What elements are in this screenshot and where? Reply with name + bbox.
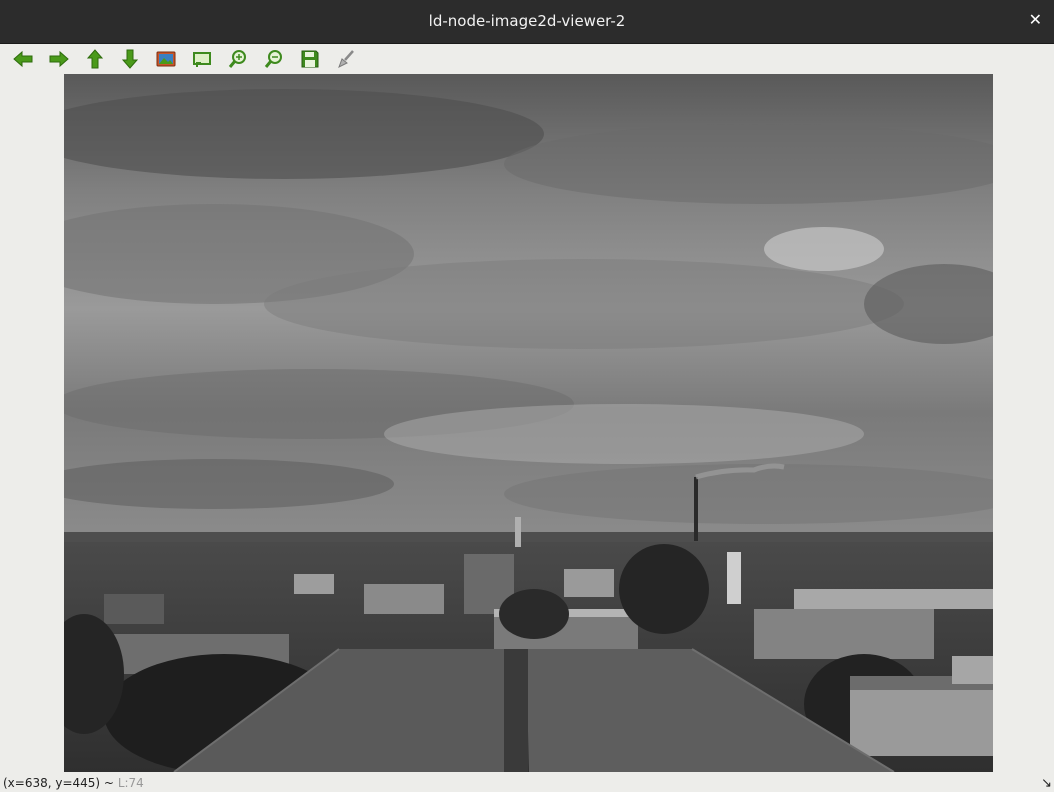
zoom-in-icon [228, 50, 246, 68]
status-bar: (x=638, y=445) ~ L:74 ↘ [0, 773, 1054, 792]
arrow-left-icon [13, 50, 33, 68]
up-button[interactable] [84, 48, 106, 70]
save-button[interactable] [299, 48, 321, 70]
pixel-level: L:74 [117, 776, 144, 790]
down-button[interactable] [119, 48, 141, 70]
zoom-out-icon [264, 50, 282, 68]
image-button[interactable] [155, 48, 177, 70]
arrow-down-icon [121, 49, 139, 69]
window-title: ld-node-image2d-viewer-2 [428, 12, 626, 30]
save-icon [301, 50, 319, 68]
arrow-right-icon [49, 50, 69, 68]
cursor-coords: (x=638, y=445) ~ [3, 776, 114, 790]
title-bar: ld-node-image2d-viewer-2 ✕ [0, 0, 1054, 44]
fit-window-icon [193, 52, 211, 67]
status-text: (x=638, y=445) ~ L:74 [3, 776, 144, 790]
toolbar [0, 44, 1054, 74]
image-viewport[interactable] [64, 74, 993, 772]
image-icon [156, 51, 176, 67]
grayscale-photo [64, 74, 993, 772]
resize-grip-icon[interactable]: ↘ [1041, 776, 1052, 791]
zoom-in-button[interactable] [227, 48, 249, 70]
fit-window-button[interactable] [191, 48, 213, 70]
brush-icon [338, 50, 354, 69]
clear-button[interactable] [335, 48, 357, 70]
back-button[interactable] [12, 48, 34, 70]
forward-button[interactable] [48, 48, 70, 70]
zoom-out-button[interactable] [263, 48, 285, 70]
close-button[interactable]: ✕ [1029, 10, 1042, 29]
arrow-up-icon [86, 49, 104, 69]
